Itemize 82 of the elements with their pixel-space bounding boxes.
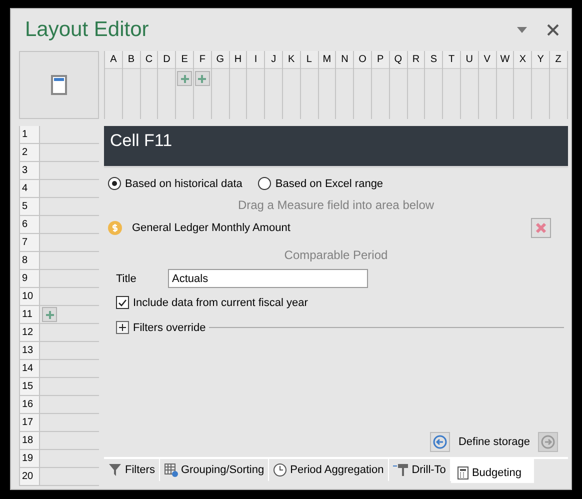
row-header[interactable]: 5: [20, 198, 40, 215]
row-header[interactable]: 10: [20, 288, 40, 305]
row-header[interactable]: 4: [20, 180, 40, 197]
column-header[interactable]: I: [247, 51, 264, 69]
add-column-button[interactable]: [194, 71, 210, 86]
row-header[interactable]: 13: [20, 342, 40, 359]
dropdown-button[interactable]: [517, 27, 527, 33]
plus-icon: [119, 324, 126, 331]
caret-icon: [517, 27, 527, 33]
row-header[interactable]: 12: [20, 324, 40, 341]
row-header[interactable]: 19: [20, 450, 40, 467]
column-header[interactable]: O: [354, 51, 371, 69]
column-header[interactable]: E: [176, 51, 193, 69]
add-row-button[interactable]: [42, 307, 57, 322]
source-radio[interactable]: Based on historical data: [108, 177, 242, 190]
column-header[interactable]: U: [460, 51, 478, 69]
row-header[interactable]: 1: [20, 126, 40, 143]
checkmark-icon: [118, 298, 127, 306]
column-header[interactable]: T: [443, 51, 460, 69]
column-header[interactable]: R: [408, 51, 424, 69]
row-header[interactable]: 17: [20, 414, 40, 431]
include-current-year-checkbox[interactable]: Include data from current fiscal year: [108, 296, 564, 309]
column-header[interactable]: J: [265, 51, 282, 69]
column-header[interactable]: C: [140, 51, 158, 69]
column-header[interactable]: Y: [532, 51, 549, 69]
column-header[interactable]: V: [478, 51, 496, 69]
drill-icon: [392, 463, 409, 477]
row-header[interactable]: 6: [20, 216, 40, 233]
plus-icon: [46, 310, 54, 318]
column-header[interactable]: Q: [390, 51, 407, 69]
row-header[interactable]: 2: [20, 144, 40, 161]
column-header[interactable]: M: [318, 51, 336, 69]
plus-icon: [180, 74, 189, 82]
panel-title: Cell F11: [104, 126, 568, 166]
column-header[interactable]: S: [425, 51, 442, 69]
column-header[interactable]: W: [496, 51, 514, 69]
column-header[interactable]: N: [336, 51, 354, 69]
tab[interactable]: Budgeting: [450, 459, 534, 483]
row-header[interactable]: 8: [20, 252, 40, 269]
row-header[interactable]: 14: [20, 360, 40, 377]
row-header[interactable]: 3: [20, 162, 40, 179]
column-header[interactable]: P: [372, 51, 389, 69]
plus-icon: [198, 74, 206, 82]
window-icon: [51, 75, 67, 95]
column-header[interactable]: F: [194, 51, 211, 69]
row-header[interactable]: 15: [20, 378, 40, 395]
column-header[interactable]: A: [105, 51, 122, 69]
close-button[interactable]: [547, 24, 559, 36]
column-header[interactable]: K: [282, 51, 300, 69]
close-icon: [547, 24, 559, 36]
calculator-icon: [456, 466, 469, 480]
column-header[interactable]: B: [122, 51, 140, 69]
row-header[interactable]: 11: [20, 306, 40, 323]
back-button[interactable]: [430, 432, 450, 452]
expand-button[interactable]: [116, 321, 129, 334]
row-header[interactable]: 16: [20, 396, 40, 413]
dollar-coin-icon: [108, 221, 122, 235]
row-header[interactable]: 18: [20, 432, 40, 449]
column-header[interactable]: Z: [550, 51, 567, 69]
column-header[interactable]: G: [212, 51, 229, 69]
source-radio[interactable]: Based on Excel range: [258, 177, 384, 190]
clock-icon: [273, 463, 288, 477]
add-column-button[interactable]: [177, 71, 192, 86]
title-label: Title: [116, 272, 138, 284]
nav-label: Define storage: [458, 436, 530, 448]
row-header[interactable]: 7: [20, 234, 40, 251]
drag-hint: Drag a Measure field into area below: [236, 198, 436, 212]
window-title: Layout Editor: [25, 18, 150, 42]
column-header[interactable]: X: [514, 51, 532, 69]
row-header[interactable]: 20: [20, 468, 40, 485]
measure-field: General Ledger Monthly Amount: [132, 222, 531, 234]
group-label: Filters override: [133, 322, 206, 334]
close-icon: [535, 222, 547, 234]
column-header[interactable]: D: [158, 51, 176, 69]
row-header[interactable]: 9: [20, 270, 40, 287]
section-heading: Comparable Period: [283, 248, 389, 262]
remove-button[interactable]: [531, 218, 551, 238]
title-input[interactable]: Actuals: [168, 269, 368, 288]
column-header[interactable]: H: [230, 51, 246, 69]
column-header[interactable]: L: [300, 51, 318, 69]
table-icon: [164, 463, 178, 477]
filter-icon: [108, 463, 122, 477]
